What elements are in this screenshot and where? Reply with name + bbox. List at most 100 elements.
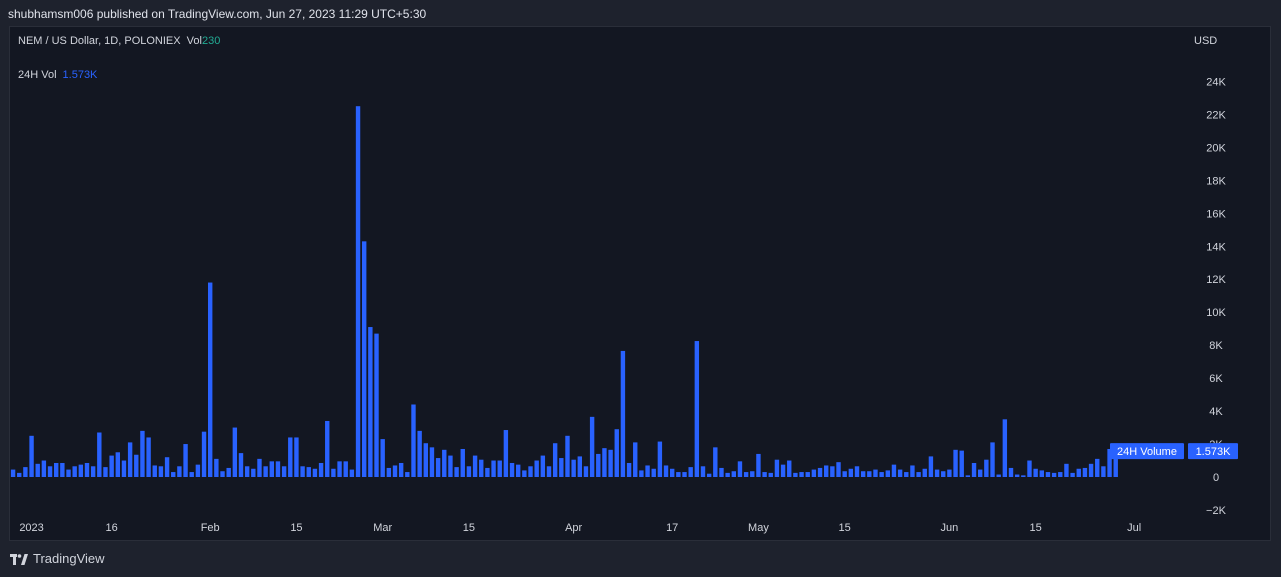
volume-bar <box>1082 467 1088 477</box>
volume-bar <box>1027 460 1032 477</box>
volume-bar <box>614 429 619 477</box>
y-tick-label: −2K <box>1206 505 1227 517</box>
volume-bar <box>1002 419 1008 477</box>
last-value-label: 1.573K <box>1196 446 1232 458</box>
volume-bar <box>743 472 749 477</box>
volume-chart[interactable]: 24K22K20K18K16K14K12K10K8K6K4K2K0−2K2023… <box>0 0 1281 577</box>
volume-bar <box>472 455 478 477</box>
volume-bar <box>479 459 484 477</box>
volume-bar <box>805 472 810 477</box>
y-tick-label: 8K <box>1209 340 1223 352</box>
volume-bar <box>84 462 90 477</box>
volume-bar <box>885 470 890 477</box>
volume-bar <box>996 474 1001 477</box>
volume-bar <box>589 416 595 477</box>
volume-bar <box>817 467 823 477</box>
volume-bar <box>220 471 225 477</box>
volume-bar <box>700 466 706 477</box>
volume-bar <box>238 453 244 477</box>
volume-bar <box>300 466 305 477</box>
volume-bar <box>608 449 613 477</box>
volume-bar <box>288 437 293 477</box>
brand-name: TradingView <box>33 551 105 566</box>
tradingview-logo-icon <box>10 553 28 565</box>
volume-bar <box>97 432 102 477</box>
y-tick-label: 14K <box>1206 241 1226 253</box>
volume-bar <box>54 462 59 477</box>
volume-bar <box>355 106 361 477</box>
volume-bar <box>639 470 644 477</box>
volume-bar <box>768 472 773 477</box>
y-tick-label: 6K <box>1209 373 1223 385</box>
volume-bar <box>195 464 201 477</box>
volume-bar <box>1033 468 1038 477</box>
volume-bar <box>676 472 681 477</box>
volume-bar <box>522 470 527 477</box>
volume-bar <box>1070 472 1075 477</box>
y-tick-label: 24K <box>1206 76 1226 88</box>
volume-bar <box>941 471 946 477</box>
volume-bar <box>799 472 804 477</box>
volume-bar <box>263 466 268 477</box>
volume-bar <box>651 468 656 477</box>
x-tick-label: 15 <box>1030 522 1042 534</box>
volume-bar <box>971 462 977 477</box>
y-tick-label: 12K <box>1206 274 1226 286</box>
x-tick-label: Feb <box>201 522 220 534</box>
volume-bar <box>1021 475 1026 477</box>
volume-bar <box>78 464 84 477</box>
volume-bar <box>152 465 157 477</box>
volume-bar <box>1008 467 1014 477</box>
volume-bar <box>633 442 638 477</box>
volume-bar <box>990 442 995 477</box>
volume-bar <box>1039 470 1044 477</box>
volume-bar <box>756 453 761 477</box>
volume-bar <box>596 453 601 477</box>
volume-bar <box>1101 466 1106 477</box>
volume-bar <box>134 454 139 477</box>
volume-bar <box>497 460 502 477</box>
volume-bar <box>454 467 459 477</box>
volume-bar <box>910 465 915 477</box>
x-tick-label: Mar <box>373 522 392 534</box>
volume-bar <box>602 448 607 477</box>
volume-bar <box>793 472 798 477</box>
y-tick-label: 16K <box>1206 208 1226 220</box>
volume-bar <box>294 437 299 477</box>
volume-bar <box>66 469 71 477</box>
volume-bar <box>706 473 712 477</box>
volume-bar <box>780 464 786 477</box>
volume-bar <box>429 447 435 477</box>
volume-bar <box>72 466 77 477</box>
volume-bar <box>109 455 114 477</box>
x-tick-label: Jul <box>1127 522 1141 534</box>
volume-bar <box>17 472 22 477</box>
volume-bar <box>824 465 829 477</box>
volume-bar <box>670 468 675 477</box>
x-tick-label: May <box>748 522 769 534</box>
volume-bar <box>460 448 465 477</box>
volume-bar <box>208 282 213 477</box>
volume-bar <box>978 469 983 477</box>
volume-bar <box>244 466 250 477</box>
volume-bar <box>540 455 546 477</box>
series-name-label: 24H Volume <box>1117 446 1177 458</box>
volume-bar <box>509 462 515 477</box>
volume-bar <box>959 450 964 477</box>
volume-bar <box>158 466 164 477</box>
volume-bar <box>953 449 958 477</box>
volume-bar <box>325 420 330 477</box>
volume-bar <box>750 471 755 477</box>
volume-bar <box>713 447 718 477</box>
volume-bar <box>411 404 416 477</box>
volume-bar <box>171 472 176 477</box>
volume-bar <box>183 444 188 477</box>
volume-bar <box>725 472 730 477</box>
volume-bar <box>35 463 40 477</box>
volume-bar <box>762 472 767 477</box>
volume-bar <box>121 460 127 477</box>
volume-bar <box>23 467 28 477</box>
volume-bar <box>848 468 854 477</box>
volume-bar <box>546 466 552 477</box>
volume-bar <box>620 350 626 477</box>
